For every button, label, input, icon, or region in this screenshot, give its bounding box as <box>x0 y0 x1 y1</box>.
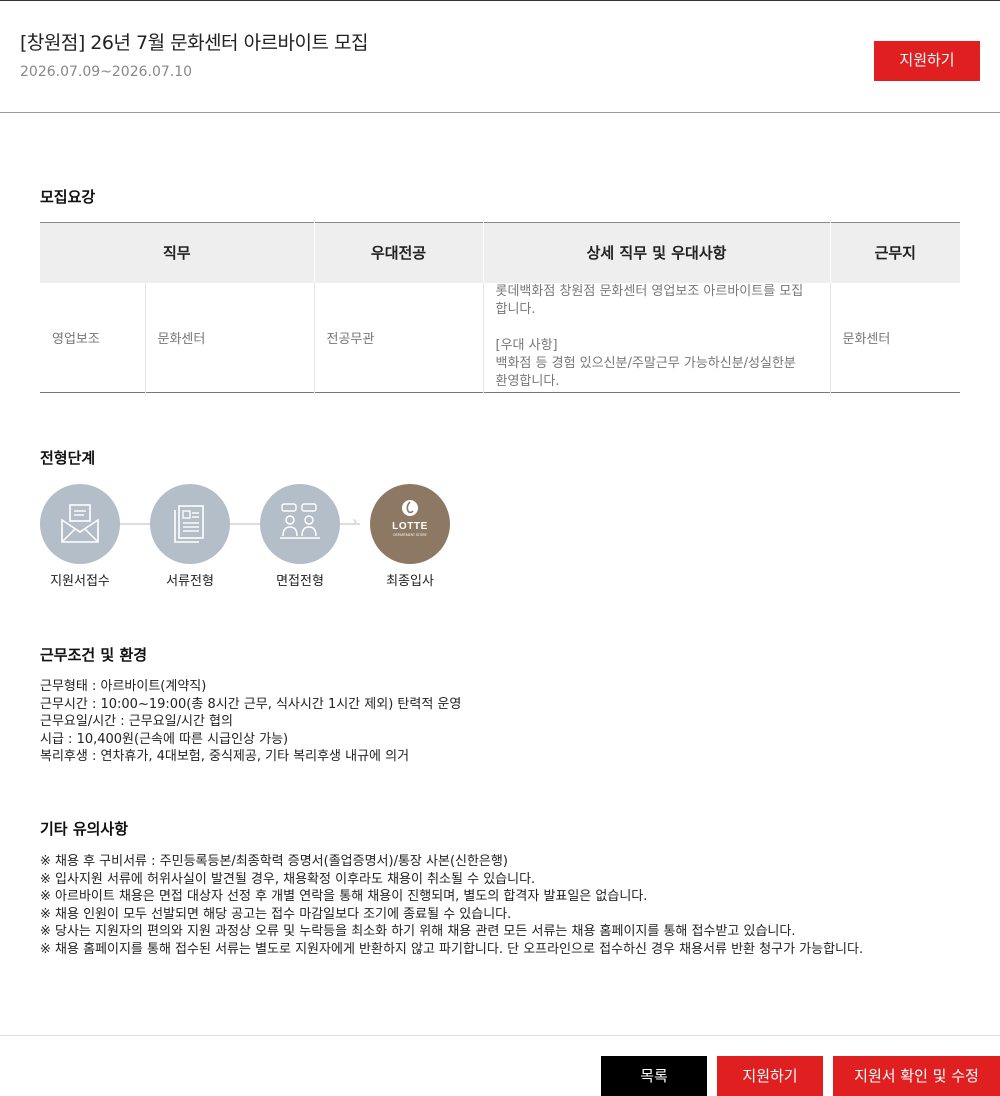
logo-text: LOTTE <box>392 521 428 532</box>
detail-line: 합니다. <box>495 301 536 317</box>
step-document: 서류전형 <box>150 484 230 589</box>
arrow-right-icon: › <box>352 514 358 530</box>
cell-dept: 문화센터 <box>144 282 315 393</box>
detail-line <box>496 319 824 337</box>
detail-line: 환영합니다. <box>495 373 560 389</box>
lotte-logo: LOTTE DEPARTMENT STORE <box>370 484 450 564</box>
job-header: [창원점] 26년 7월 문화센터 아르바이트 모집 2026.07.09~20… <box>0 1 1000 113</box>
step-label: 지원서접수 <box>50 574 110 589</box>
edit-application-button[interactable]: 지원서 확인 및 수정 <box>833 1056 1000 1096</box>
table-header-row: 직무 우대전공 상세 직무 및 우대사항 근무지 <box>40 222 961 283</box>
condition-line: 근무형태 : 아르바이트(계약직) <box>40 679 207 694</box>
interview-icon <box>260 484 340 564</box>
column-header-job: 직무 <box>40 222 315 283</box>
cell-major: 전공무관 <box>313 282 484 393</box>
conditions-list: 근무형태 : 아르바이트(계약직) 근무시간 : 10:00~19:00(총 8… <box>40 678 461 766</box>
conditions-section-title: 근무조건 및 환경 <box>40 646 148 664</box>
apply-button[interactable]: 지원하기 <box>874 41 980 81</box>
job-period: 2026.07.09~2026.07.10 <box>20 64 193 80</box>
recruit-table: 직무 우대전공 상세 직무 및 우대사항 근무지 영업보조 문화센터 전공무관 … <box>40 222 961 393</box>
note-line: ※ 채용 후 구비서류 : 주민등록등본/최종학력 증명서(졸업증명서)/통장 … <box>40 854 508 869</box>
cell-location: 문화센터 <box>829 282 961 393</box>
condition-line: 근무요일/시간 : 근무요일/시간 협의 <box>40 714 233 729</box>
column-header-location: 근무지 <box>829 222 961 283</box>
detail-line: [우대 사항] <box>495 337 558 353</box>
column-header-detail: 상세 직무 및 우대사항 <box>482 222 831 283</box>
note-line: ※ 채용 홈페이지를 통해 접수된 서류는 별도로 지원자에게 반환하지 않고 … <box>40 941 864 957</box>
job-title: [창원점] 26년 7월 문화센터 아르바이트 모집 <box>20 32 368 54</box>
list-button[interactable]: 목록 <box>601 1056 707 1096</box>
step-connector <box>120 523 150 525</box>
condition-line: 복리후생 : 연차휴가, 4대보험, 중식제공, 기타 복리후생 내규에 의거 <box>40 749 410 764</box>
step-application: 지원서접수 <box>40 484 120 589</box>
note-line: ※ 입사지원 서류에 허위사실이 발견될 경우, 채용확정 이후라도 채용이 취… <box>40 871 536 887</box>
table-row: 영업보조 문화센터 전공무관 롯데백화점 창원점 문화센터 영업보조 아르바이트… <box>40 282 961 393</box>
envelope-icon <box>40 484 120 564</box>
notes-section-title: 기타 유의사항 <box>40 820 129 838</box>
step-label: 면접전형 <box>276 574 324 589</box>
step-final: LOTTE DEPARTMENT STORE 최종입사 <box>370 484 450 589</box>
detail-line: 백화점 등 경험 있으신분/주말근무 가능하신분/성실한분 <box>495 355 796 371</box>
condition-line: 시급 : 10,400원(근속에 따른 시급인상 가능) <box>40 731 289 747</box>
cell-job: 영업보조 <box>52 331 100 347</box>
note-line: ※ 아르바이트 채용은 면접 대상자 선정 후 개별 연락을 통해 채용이 진행… <box>40 889 648 904</box>
step-label: 최종입사 <box>386 574 434 589</box>
notes-list: ※ 채용 후 구비서류 : 주민등록등본/최종학력 증명서(졸업증명서)/통장 … <box>40 853 863 958</box>
step-interview: 면접전형 <box>260 484 340 589</box>
note-line: ※ 당사는 지원자의 편의와 지원 과정상 오류 및 누락등을 최소화 하기 위… <box>40 924 796 939</box>
step-connector <box>230 523 260 525</box>
apply-button-bottom[interactable]: 지원하기 <box>717 1056 823 1096</box>
document-icon <box>150 484 230 564</box>
step-label: 서류전형 <box>166 574 214 589</box>
detail-line: 롯데백화점 창원점 문화센터 영업보조 아르바이트를 모집 <box>495 283 804 299</box>
condition-line: 근무시간 : 10:00~19:00(총 8시간 근무, 식사시간 1시간 제외… <box>40 696 462 712</box>
note-line: ※ 채용 인원이 모두 선발되면 해당 공고는 접수 마감일보다 조기에 종료될… <box>40 906 512 922</box>
footer-divider <box>0 1035 1000 1036</box>
process-steps: › 지원서접수 서류전형 면접전형 LOTTE DEPARTMENT STORE… <box>40 484 460 594</box>
column-header-major: 우대전공 <box>313 222 484 283</box>
logo-subtext: DEPARTMENT STORE <box>393 533 426 537</box>
recruit-section-title: 모집요강 <box>40 188 96 206</box>
process-section-title: 전형단계 <box>40 449 96 467</box>
cell-detail: 롯데백화점 창원점 문화센터 영업보조 아르바이트를 모집 합니다. [우대 사… <box>482 282 831 393</box>
